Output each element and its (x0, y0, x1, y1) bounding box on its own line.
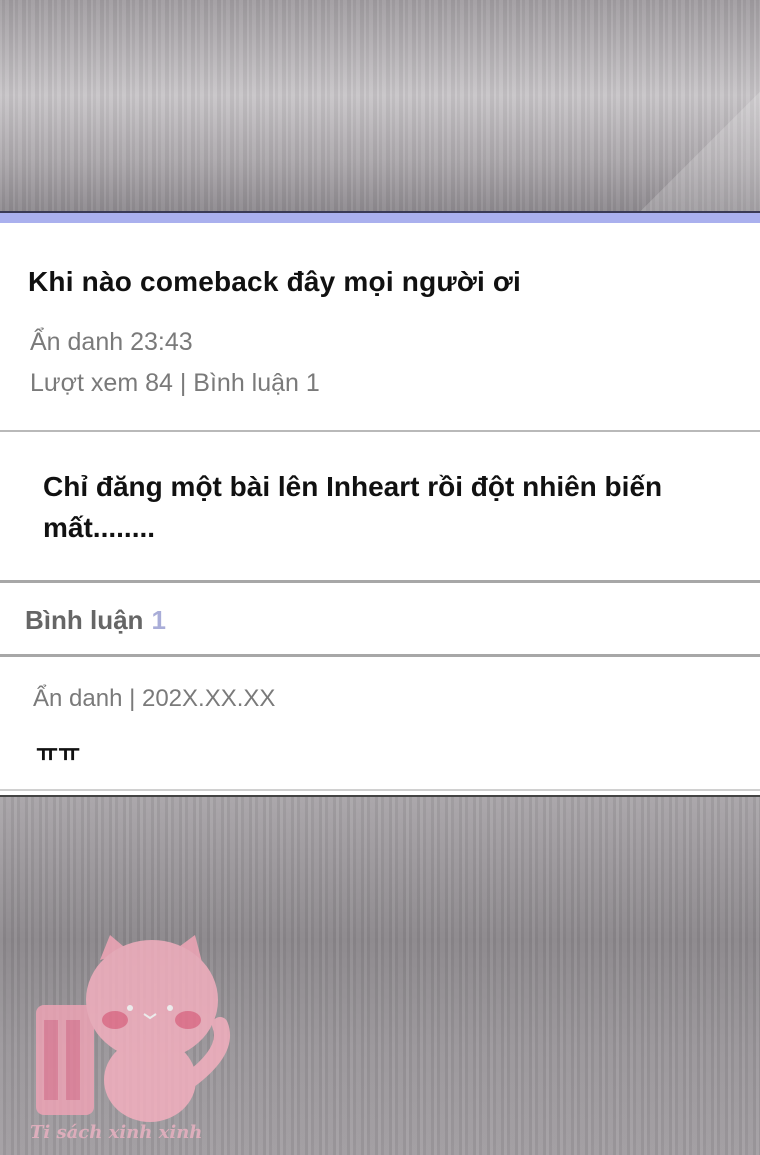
post-stats: Lượt xem 84 | Bình luận 1 (30, 369, 320, 397)
comment-meta: Ẩn danh | 202X.XX.XX (33, 685, 276, 712)
accent-bar (0, 213, 760, 223)
comments-label: Bình luận (25, 605, 144, 635)
cat-watermark-icon (36, 935, 230, 1122)
divider (0, 654, 760, 657)
divider (0, 580, 760, 583)
background-artwork-top (0, 0, 760, 212)
comment-text: ㅠㅠ (36, 740, 81, 767)
post-author-time: Ẩn danh 23:43 (30, 328, 193, 356)
comments-header: Bình luận 1 (25, 605, 166, 636)
divider (0, 430, 760, 432)
post-title[interactable]: Khi nào comeback đây mọi người ơi (28, 266, 521, 298)
post-body: Chỉ đăng một bài lên Inheart rồi đột nhi… (43, 471, 663, 543)
watermark-text: Ti sách xinh xinh (30, 1122, 203, 1143)
divider (0, 789, 760, 791)
comments-count: 1 (151, 605, 166, 635)
